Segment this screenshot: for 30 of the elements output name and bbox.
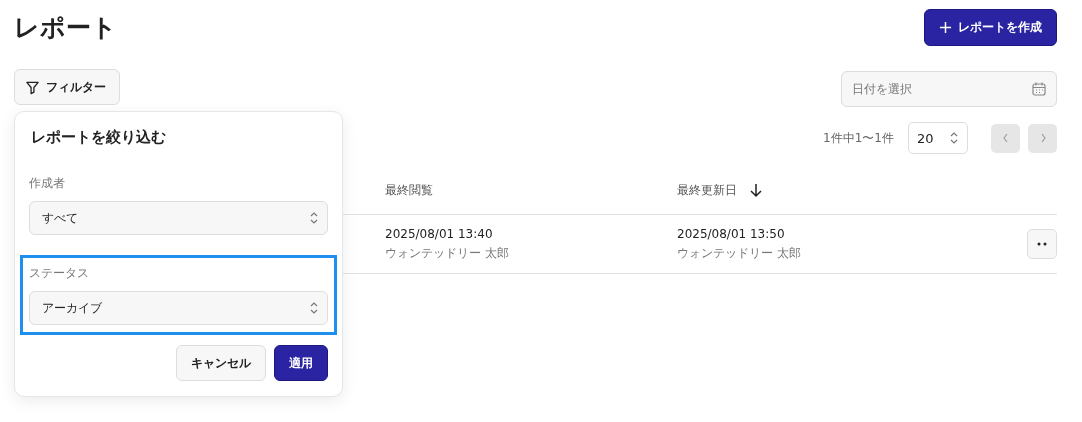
calendar-icon: [1031, 81, 1047, 97]
column-header[interactable]: 最終更新日: [677, 181, 737, 199]
date-text: 2025/08/01 13:40: [385, 226, 493, 241]
select-field[interactable]: すべて: [29, 201, 328, 235]
create-report-button[interactable]: レポートを作成: [924, 9, 1057, 46]
filter-icon: [25, 79, 40, 95]
result-count: 1件中1〜1件: [823, 129, 894, 147]
date-field[interactable]: 日付を選択: [841, 71, 1057, 107]
user-name: ウォンテッドリー 太郎: [677, 244, 801, 262]
page-title: レポート: [14, 12, 117, 44]
filter-button[interactable]: フィルター: [14, 69, 120, 105]
updown-icon: [309, 300, 319, 316]
apply-button[interactable]: 適用: [274, 345, 328, 381]
page-size-select[interactable]: 20: [908, 122, 968, 154]
more-icon: [1036, 242, 1048, 246]
next-page-button[interactable]: [1028, 123, 1057, 153]
sort-descending-icon: [749, 182, 763, 198]
panel-title: レポートを絞り込む: [30, 128, 167, 147]
updown-icon: [949, 130, 959, 146]
field-label: ステータス: [29, 265, 90, 282]
previous-page-button[interactable]: [991, 123, 1020, 153]
select-field[interactable]: アーカイブ: [29, 291, 328, 325]
date-text: 2025/08/01 13:50: [677, 226, 785, 241]
user-name: ウォンテッドリー 太郎: [385, 244, 509, 262]
column-header[interactable]: 最終閲覧: [385, 181, 433, 199]
plus-icon: [939, 21, 952, 34]
field-label: 作成者: [29, 175, 66, 192]
cancel-button[interactable]: キャンセル: [176, 345, 266, 381]
more-button[interactable]: [1027, 229, 1057, 259]
updown-icon: [309, 210, 319, 226]
